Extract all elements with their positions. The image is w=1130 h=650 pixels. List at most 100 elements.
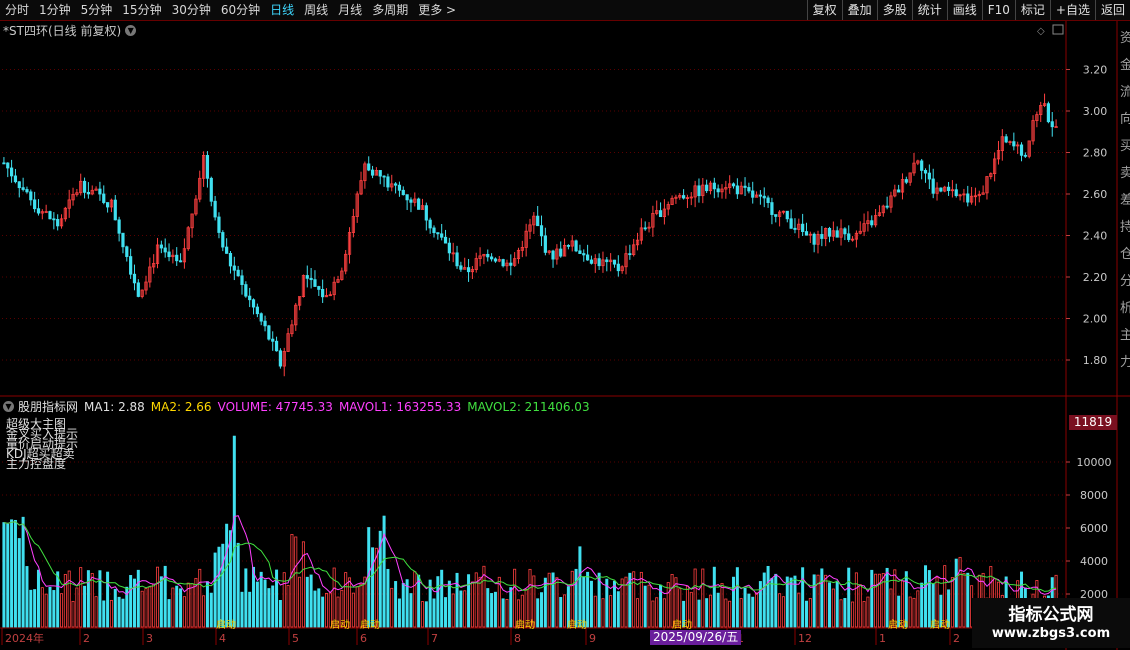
candle-body <box>178 260 183 263</box>
stock-title-text: *ST四环(日线 前复权) <box>3 24 122 38</box>
candle-body <box>447 242 451 254</box>
candle-body <box>885 205 889 208</box>
volume-bar <box>286 585 290 628</box>
volume-bar <box>232 435 236 628</box>
volume-bar <box>758 581 762 628</box>
candle-body <box>801 223 805 232</box>
volume-bar <box>263 579 267 628</box>
candle-body <box>1004 136 1008 143</box>
volume-bar <box>106 571 110 628</box>
candle-body <box>774 214 778 217</box>
candle-body <box>248 295 252 301</box>
signal-label: 启动 <box>888 618 908 631</box>
volume-bar <box>10 519 14 628</box>
volume-bar <box>808 598 812 628</box>
volume-bar <box>313 590 317 628</box>
candle-body <box>236 269 240 277</box>
volume-bar <box>885 567 889 628</box>
time-axis-label: 2 <box>953 632 960 645</box>
candle-body <box>321 288 325 298</box>
current-volume-box: 11819 <box>1069 415 1117 430</box>
candle-body <box>175 254 179 262</box>
volume-bar <box>417 574 421 628</box>
volume-bar <box>290 534 294 628</box>
chevron-down-icon[interactable]: ▼ <box>3 401 14 412</box>
candle-body <box>36 208 41 214</box>
candle-body <box>612 259 617 265</box>
volume-bar <box>86 570 90 628</box>
candle-body <box>129 256 133 275</box>
window-icon <box>1052 24 1064 35</box>
indicator-legend: 超级大主图 金叉买入提示 量价启动提示 KDJ超买超卖 主力控盘度 <box>6 418 78 470</box>
volume-bar <box>870 569 874 628</box>
candle-body <box>658 210 663 218</box>
candle-body <box>682 195 686 199</box>
volume-bar <box>847 567 851 628</box>
candle-body <box>486 253 490 258</box>
volume-bar <box>655 597 659 628</box>
volume-bar <box>225 523 229 628</box>
volume-bar <box>797 592 801 628</box>
time-axis-label: 12 <box>798 632 812 645</box>
volume-bar <box>755 592 759 628</box>
candle-body <box>616 263 620 272</box>
ma1-value: MA1: 2.88 <box>84 399 145 414</box>
candle-body <box>923 170 928 174</box>
side-panel-char: 主 <box>1120 328 1130 343</box>
volume-value: VOLUME: 47745.33 <box>217 399 333 414</box>
candle-body <box>21 187 25 190</box>
volume-bar <box>739 598 743 628</box>
volume-tick-label: 8000 <box>1080 489 1108 502</box>
candle-body <box>870 220 874 226</box>
indicator-name[interactable]: 股朋指标网 <box>18 398 78 415</box>
candle-body <box>274 340 279 352</box>
volume-bar <box>697 599 701 628</box>
volume-bar <box>355 586 359 628</box>
side-panel-char: 持 <box>1120 220 1130 235</box>
volume-bar <box>455 572 459 628</box>
candle-body <box>13 175 18 183</box>
volume-bar <box>33 589 37 628</box>
volume-bar <box>824 574 828 628</box>
candle-body <box>1046 103 1050 123</box>
volume-bar <box>79 567 83 628</box>
volume-bar <box>202 595 206 628</box>
watermark-url: www.zbgs3.com <box>991 626 1111 641</box>
candle-body <box>417 198 421 210</box>
candle-body <box>56 219 60 227</box>
candle-body <box>278 350 283 367</box>
candle-body <box>766 197 770 204</box>
volume-bar <box>651 600 655 628</box>
side-panel-char: 买 <box>1120 139 1130 154</box>
volume-bar <box>513 568 517 628</box>
candle-body <box>705 184 709 192</box>
watermark-logo: 指标公式网 <box>1008 605 1094 625</box>
candle-body <box>255 306 259 315</box>
candle-body <box>762 195 766 199</box>
candle-body <box>847 233 851 240</box>
volume-tick-label: 4000 <box>1080 555 1108 568</box>
volume-bar <box>444 597 448 628</box>
candle-body <box>835 230 839 238</box>
candle-body <box>812 233 816 245</box>
volume-bar <box>839 599 843 628</box>
chevron-down-icon[interactable]: ▼ <box>125 25 137 36</box>
candle-body <box>628 253 632 256</box>
volume-bar <box>505 599 509 628</box>
time-axis-label: 2024年 <box>5 631 44 645</box>
volume-bar <box>440 569 444 628</box>
candle-body <box>697 185 701 197</box>
volume-bar <box>716 592 720 628</box>
volume-bar <box>493 591 497 628</box>
volume-bar <box>432 598 436 628</box>
volume-bar <box>593 595 597 628</box>
volume-bar <box>463 590 467 628</box>
candle-body <box>716 188 720 193</box>
volume-bar <box>382 515 386 628</box>
volume-bar <box>401 582 405 628</box>
volume-bar <box>459 590 463 628</box>
volume-bar <box>954 558 958 628</box>
candle-body <box>1023 154 1027 157</box>
candle-body <box>386 176 390 188</box>
candle-body <box>428 219 432 229</box>
